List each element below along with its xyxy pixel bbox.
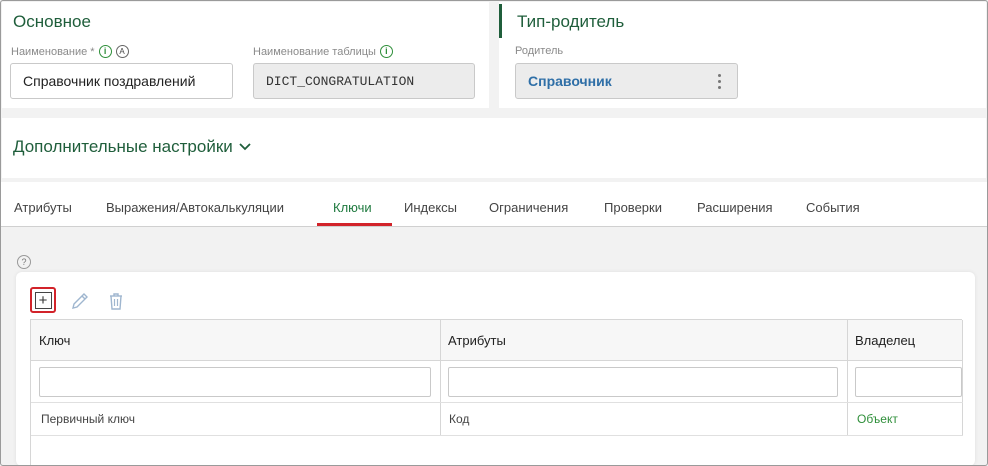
cell-attributes[interactable]: Код (449, 412, 469, 426)
main-section-title: Основное (13, 12, 91, 31)
parent-section-title: Тип-родитель (517, 12, 625, 31)
parent-section-accent (499, 4, 502, 38)
chevron-down-icon (239, 143, 251, 151)
extra-settings-title: Дополнительные настройки (13, 137, 233, 156)
pencil-icon (72, 293, 88, 309)
column-separator (962, 320, 963, 435)
kebab-menu-icon[interactable] (714, 72, 725, 91)
name-label-text: Наименование * (11, 45, 95, 58)
name-field-label: Наименование * i A (11, 45, 129, 58)
help-icon[interactable]: ? (17, 255, 31, 269)
cell-key[interactable]: Первичный ключ (41, 412, 135, 426)
autofill-icon[interactable]: A (115, 45, 129, 58)
column-header-key[interactable]: Ключ (39, 333, 70, 348)
tab-attributes[interactable]: Атрибуты (14, 200, 72, 215)
filter-input-attributes[interactable] (448, 367, 838, 397)
extra-settings-toggle[interactable]: Дополнительные настройки (13, 137, 251, 157)
active-tab-indicator (317, 223, 392, 226)
tab-events[interactable]: События (806, 200, 860, 215)
delete-button[interactable] (103, 288, 129, 314)
column-separator (440, 320, 441, 435)
tab-expressions[interactable]: Выражения/Автокалькуляции (106, 200, 284, 215)
parent-field-label: Родитель (515, 45, 564, 57)
tab-checks[interactable]: Проверки (604, 200, 662, 215)
tab-bar: Атрибуты Выражения/Автокалькуляции Ключи… (0, 182, 988, 227)
filter-row-divider (31, 402, 963, 403)
cell-owner-link[interactable]: Объект (857, 412, 898, 426)
table-name-label: Наименование таблицы i (253, 45, 393, 58)
keys-table: Ключ Атрибуты Владелец Первичный ключ Ко… (30, 319, 963, 466)
table-name-label-text: Наименование таблицы (253, 45, 376, 58)
table-name-input: DICT_CONGRATULATION (253, 63, 475, 99)
tab-indexes[interactable]: Индексы (404, 200, 457, 215)
info-icon[interactable]: i (98, 45, 112, 58)
table-row-divider (31, 435, 963, 436)
filter-input-key[interactable] (39, 367, 431, 397)
parent-input[interactable]: Справочник (515, 63, 738, 99)
tab-constraints[interactable]: Ограничения (489, 200, 568, 215)
parent-value[interactable]: Справочник (528, 73, 612, 89)
column-separator (847, 320, 848, 435)
filter-input-owner[interactable] (855, 367, 962, 397)
tab-keys[interactable]: Ключи (333, 200, 372, 215)
plus-square-icon: + (34, 291, 52, 309)
tab-extensions[interactable]: Расширения (697, 200, 773, 215)
edit-button[interactable] (67, 288, 93, 314)
trash-icon (110, 293, 122, 310)
column-header-attributes[interactable]: Атрибуты (448, 333, 506, 348)
info-icon[interactable]: i (379, 45, 393, 58)
add-button[interactable]: + (30, 287, 56, 313)
name-input[interactable]: Справочник поздравлений (10, 63, 233, 99)
column-header-owner[interactable]: Владелец (855, 333, 915, 348)
